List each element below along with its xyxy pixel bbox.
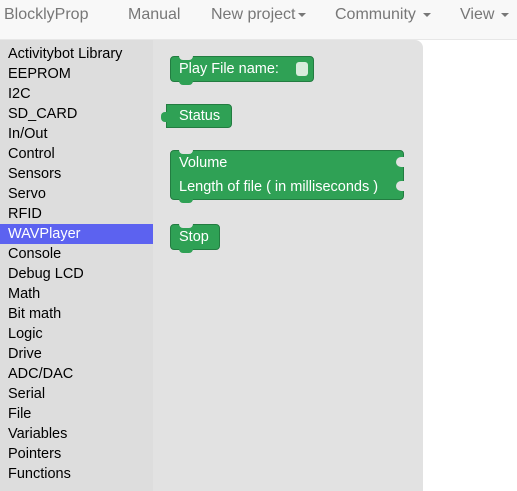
toolbox-category-drive[interactable]: Drive — [0, 344, 153, 364]
stop-block-label: Stop — [179, 229, 209, 245]
length-block-label: Length of file ( in milliseconds ) — [179, 179, 379, 195]
toolbox-category-math[interactable]: Math — [0, 284, 153, 304]
status-block[interactable]: Status — [161, 104, 232, 128]
toolbox-category-rfid[interactable]: RFID — [0, 204, 153, 224]
community-label: Community — [335, 6, 416, 23]
play-block-label: Play File name: — [179, 61, 279, 77]
toolbox-category-activitybot-library[interactable]: Activitybot Library — [0, 44, 153, 64]
toolbox-category-adc-dac[interactable]: ADC/DAC — [0, 364, 153, 384]
new-project-menu[interactable]: New project — [211, 0, 307, 30]
volume-block-label: Volume — [179, 155, 228, 171]
toolbox: Activitybot Library EEPROM I2C SD_CARD In/Ou… — [0, 40, 153, 491]
block-notch — [179, 81, 193, 85]
block-notch — [179, 199, 193, 203]
block-flyout: Play File name: Status Volume Length of … — [153, 40, 423, 491]
community-menu[interactable]: Community — [335, 0, 431, 30]
block-notch — [179, 249, 193, 253]
block-notch — [179, 56, 193, 60]
view-menu[interactable]: View — [460, 0, 510, 30]
value-input-tab — [396, 181, 404, 191]
caret-down-icon — [298, 12, 307, 17]
file-name-socket[interactable] — [296, 62, 308, 76]
caret-down-icon — [422, 12, 431, 17]
toolbox-category-wavplayer[interactable]: WAVPlayer — [0, 224, 153, 244]
brand-logo[interactable]: BlocklyProp — [4, 0, 88, 40]
stop-block[interactable]: Stop — [170, 224, 220, 253]
block-notch — [179, 224, 193, 228]
block-notch — [179, 150, 193, 154]
toolbox-category-in-out[interactable]: In/Out — [0, 124, 153, 144]
toolbox-category-control[interactable]: Control — [0, 144, 153, 164]
toolbox-category-sensors[interactable]: Sensors — [0, 164, 153, 184]
toolbox-category-sd-card[interactable]: SD_CARD — [0, 104, 153, 124]
toolbox-category-serial[interactable]: Serial — [0, 384, 153, 404]
toolbox-category-logic[interactable]: Logic — [0, 324, 153, 344]
toolbox-category-file[interactable]: File — [0, 404, 153, 424]
toolbox-category-functions[interactable]: Functions — [0, 464, 153, 484]
toolbox-category-pointers[interactable]: Pointers — [0, 444, 153, 464]
new-project-label: New project — [211, 6, 296, 23]
toolbox-category-servo[interactable]: Servo — [0, 184, 153, 204]
view-label: View — [460, 6, 495, 23]
toolbox-category-bit-math[interactable]: Bit math — [0, 304, 153, 324]
navbar: BlocklyProp Manual New project Community… — [0, 0, 517, 40]
toolbox-category-debug-lcd[interactable]: Debug LCD — [0, 264, 153, 284]
manual-link[interactable]: Manual — [128, 0, 180, 30]
play-block[interactable]: Play File name: — [170, 56, 314, 85]
toolbox-category-console[interactable]: Console — [0, 244, 153, 264]
value-input-tab — [396, 157, 404, 167]
status-block-label: Status — [179, 108, 221, 124]
toolbox-category-eeprom[interactable]: EEPROM — [0, 64, 153, 84]
toolbox-category-i2c[interactable]: I2C — [0, 84, 153, 104]
caret-down-icon — [501, 12, 510, 17]
output-tab — [161, 112, 167, 122]
volume-block[interactable]: Volume Length of file ( in milliseconds … — [170, 150, 404, 203]
toolbox-category-variables[interactable]: Variables — [0, 424, 153, 444]
